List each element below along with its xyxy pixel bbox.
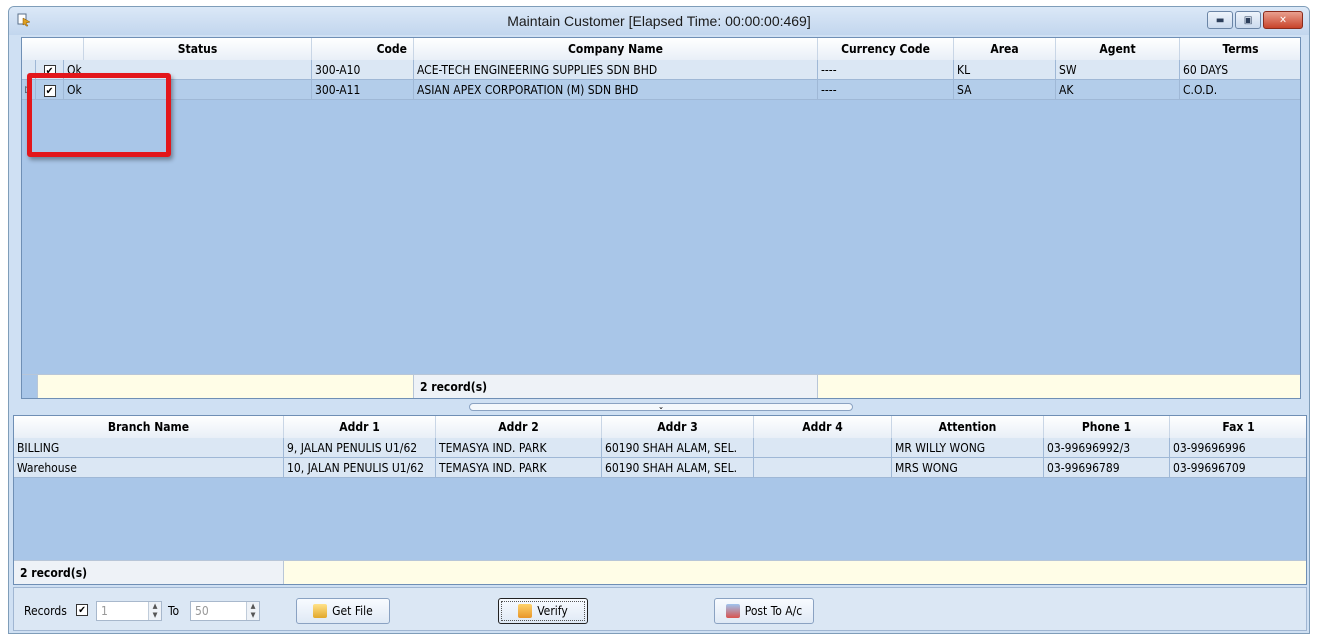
company-cell: ACE-TECH ENGINEERING SUPPLIES SDN BHD (414, 60, 818, 80)
table-row[interactable]: BILLING 9, JALAN PENULIS U1/62 TEMASYA I… (14, 438, 1306, 458)
records-from-input[interactable]: 1 ▲ ▼ (96, 601, 162, 621)
agent-cell: AK (1056, 80, 1180, 100)
get-file-label: Get File (332, 604, 373, 618)
col-status[interactable]: Status (84, 38, 312, 60)
addr3-cell: 60190 SHAH ALAM, SEL. (602, 458, 754, 478)
fax-cell: 03-99696709 (1170, 458, 1306, 478)
branch-grid-footer: 2 record(s) (14, 560, 1306, 584)
table-row[interactable]: Warehouse 10, JALAN PENULIS U1/62 TEMASY… (14, 458, 1306, 478)
maintain-customer-window: Maintain Customer [Elapsed Time: 00:00:0… (8, 6, 1310, 634)
records-checkbox[interactable]: ✔ (76, 604, 88, 616)
branch-grid-header: Branch Name Addr 1 Addr 2 Addr 3 Addr 4 … (14, 416, 1306, 439)
to-label: To (168, 604, 180, 618)
footer-indicator (22, 375, 38, 398)
col-terms[interactable]: Terms (1180, 38, 1300, 60)
terms-cell: 60 DAYS (1180, 60, 1300, 80)
col-addr4[interactable]: Addr 4 (754, 416, 892, 438)
branch-grid: Branch Name Addr 1 Addr 2 Addr 3 Addr 4 … (13, 415, 1307, 585)
col-attention[interactable]: Attention (892, 416, 1044, 438)
splitter-handle[interactable]: ⌄ (469, 403, 853, 411)
record-count: 2 record(s) (14, 561, 284, 584)
customer-grid: Status Code Company Name Currency Code A… (21, 37, 1301, 399)
phone-cell: 03-99696992/3 (1044, 438, 1170, 458)
addr1-cell: 10, JALAN PENULIS U1/62 (284, 458, 436, 478)
col-addr3[interactable]: Addr 3 (602, 416, 754, 438)
spin-arrows-icon[interactable]: ▲ ▼ (148, 602, 161, 620)
post-label: Post To A/c (744, 604, 803, 618)
agent-cell: SW (1056, 60, 1180, 80)
spin-arrows-icon[interactable]: ▲ ▼ (246, 602, 259, 620)
post-to-ac-button[interactable]: Post To A/c (714, 598, 814, 624)
addr1-cell: 9, JALAN PENULIS U1/62 (284, 438, 436, 458)
branch-name-cell: BILLING (14, 438, 284, 458)
col-fax1[interactable]: Fax 1 (1170, 416, 1306, 438)
col-addr2[interactable]: Addr 2 (436, 416, 602, 438)
col-code[interactable]: Code (312, 38, 414, 60)
col-agent[interactable]: Agent (1056, 38, 1180, 60)
customer-grid-header: Status Code Company Name Currency Code A… (22, 38, 1300, 61)
col-company-name[interactable]: Company Name (414, 38, 818, 60)
highlight-annotation (27, 73, 171, 157)
currency-cell: ---- (818, 80, 954, 100)
addr4-cell (754, 438, 892, 458)
title-bar[interactable]: Maintain Customer [Elapsed Time: 00:00:0… (9, 7, 1309, 35)
table-row[interactable]: ✔ Ok 300-A10 ACE-TECH ENGINEERING SUPPLI… (22, 60, 1300, 80)
bottom-toolbar: Records ✔ 1 ▲ ▼ To 50 ▲ ▼ Get File Verify … (13, 587, 1307, 631)
col-area[interactable]: Area (954, 38, 1056, 60)
records-to-input[interactable]: 50 ▲ ▼ (190, 601, 260, 621)
restore-button[interactable]: ▣ (1235, 11, 1261, 29)
footer-spacer (38, 375, 414, 398)
addr4-cell (754, 458, 892, 478)
branch-name-cell: Warehouse (14, 458, 284, 478)
phone-cell: 03-99696789 (1044, 458, 1170, 478)
minimize-button[interactable]: ▬ (1207, 11, 1233, 29)
folder-icon (313, 604, 328, 618)
col-branch-name[interactable]: Branch Name (14, 416, 284, 438)
company-cell: ASIAN APEX CORPORATION (M) SDN BHD (414, 80, 818, 100)
col-addr1[interactable]: Addr 1 (284, 416, 436, 438)
chevron-down-icon: ⌄ (657, 402, 665, 411)
attention-cell: MRS WONG (892, 458, 1044, 478)
verify-icon (518, 604, 533, 618)
currency-cell: ---- (818, 60, 954, 80)
attention-cell: MR WILLY WONG (892, 438, 1044, 458)
minimize-icon: ▬ (1215, 14, 1225, 26)
restore-icon: ▣ (1243, 14, 1253, 26)
code-cell: 300-A10 (312, 60, 414, 80)
close-icon: ✕ (1279, 14, 1287, 26)
table-row[interactable]: ▷ ✔ Ok 300-A11 ASIAN APEX CORPORATION (M… (22, 80, 1300, 100)
window-title: Maintain Customer [Elapsed Time: 00:00:0… (507, 13, 811, 29)
fax-cell: 03-99696996 (1170, 438, 1306, 458)
col-select[interactable] (22, 38, 84, 60)
area-cell: SA (954, 80, 1056, 100)
code-cell: 300-A11 (312, 80, 414, 100)
terms-cell: C.O.D. (1180, 80, 1300, 100)
addr2-cell: TEMASYA IND. PARK (436, 438, 602, 458)
close-button[interactable]: ✕ (1263, 11, 1303, 29)
customer-grid-footer: 2 record(s) (22, 374, 1300, 398)
verify-button[interactable]: Verify (498, 598, 588, 624)
addr2-cell: TEMASYA IND. PARK (436, 458, 602, 478)
records-to-value: 50 (195, 604, 209, 618)
post-icon (725, 604, 740, 618)
col-currency-code[interactable]: Currency Code (818, 38, 954, 60)
records-from-value: 1 (101, 604, 108, 618)
col-phone1[interactable]: Phone 1 (1044, 416, 1170, 438)
addr3-cell: 60190 SHAH ALAM, SEL. (602, 438, 754, 458)
verify-label: Verify (537, 604, 568, 618)
records-label: Records (24, 604, 67, 618)
area-cell: KL (954, 60, 1056, 80)
record-count: 2 record(s) (414, 375, 818, 398)
get-file-button[interactable]: Get File (296, 598, 390, 624)
